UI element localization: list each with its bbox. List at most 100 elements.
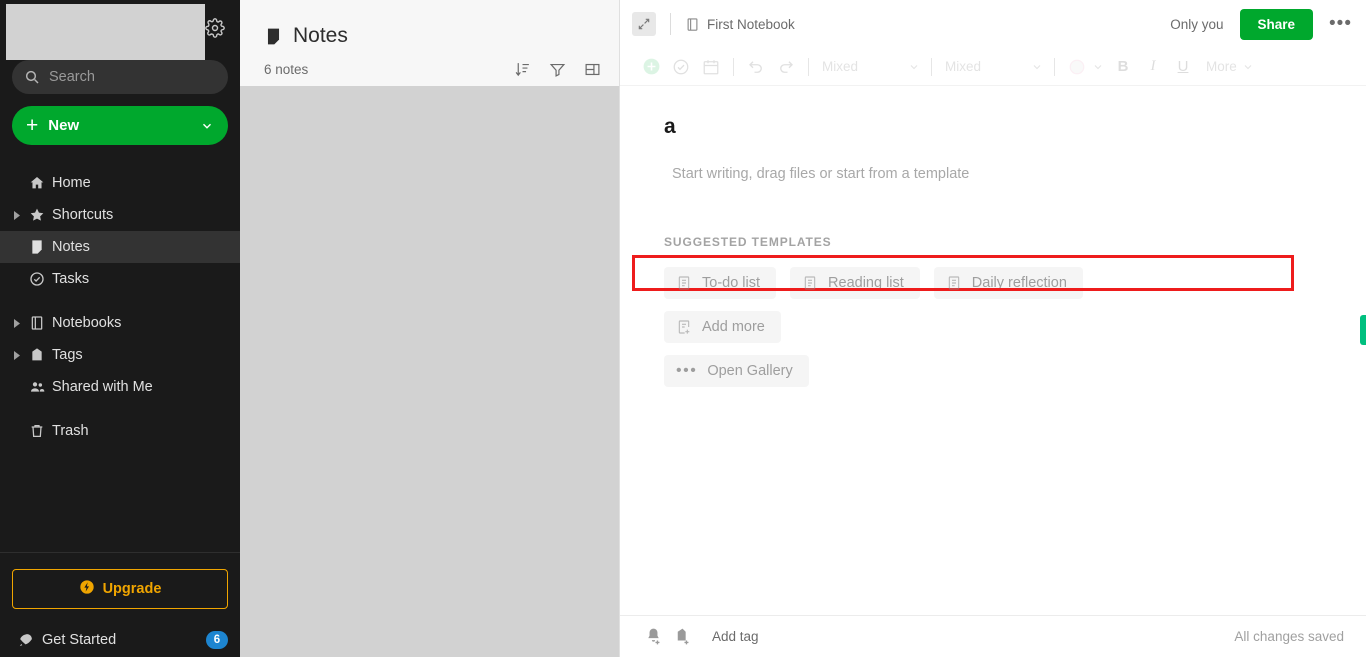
sidebar-item-shared-with-me[interactable]: Shared with Me [0, 371, 240, 403]
note-title[interactable]: a [664, 114, 1322, 140]
visibility-label: Only you [1170, 16, 1224, 32]
new-button[interactable]: + New [12, 106, 228, 145]
template-label: Daily reflection [971, 275, 1067, 291]
caret-icon[interactable] [10, 350, 24, 360]
template-daily-reflection-button[interactable]: Daily reflection [933, 267, 1083, 299]
sidebar-item-notebooks[interactable]: Notebooks [0, 307, 240, 339]
rocket-icon [12, 632, 38, 649]
templates-row-3: ••• Open Gallery [664, 355, 1322, 387]
template-doc-icon [946, 275, 962, 291]
text-color-picker[interactable] [1062, 54, 1108, 80]
note-list-panel: Notes 6 notes [240, 0, 620, 657]
note-body-placeholder[interactable]: Start writing, drag files or start from … [664, 157, 1322, 191]
upgrade-button[interactable]: Upgrade [12, 569, 228, 609]
search-input[interactable]: Search [12, 60, 228, 94]
page-title: Notes [293, 24, 348, 47]
template-add-icon [676, 319, 692, 335]
sort-icon[interactable] [514, 61, 531, 78]
note-list-subheader: 6 notes [240, 52, 619, 86]
underline-button[interactable]: U [1168, 54, 1198, 80]
template-todo-list-button[interactable]: To-do list [664, 267, 777, 299]
caret-icon[interactable] [10, 318, 24, 328]
separator-2 [808, 57, 809, 76]
undo-icon[interactable] [741, 54, 771, 80]
insert-plus-icon[interactable] [636, 54, 666, 80]
get-started-label: Get Started [42, 632, 117, 648]
new-button-label: New [48, 117, 80, 134]
filter-icon[interactable] [549, 61, 566, 78]
people-icon [24, 379, 50, 395]
note-count: 6 notes [264, 61, 309, 77]
topbar-right: Only you Share ••• [1170, 8, 1352, 40]
sidebar-item-home[interactable]: Home [0, 167, 240, 199]
bolt-icon [79, 579, 95, 600]
sidebar-nav: Home Shortcuts Notes Tasks Notebooks Tag… [0, 167, 240, 447]
add-tag-button[interactable]: Add tag [712, 629, 759, 644]
more-formatting-label: More [1206, 59, 1237, 74]
sidebar: Search + New Home Shortcuts Notes Tasks … [0, 0, 240, 657]
share-button[interactable]: Share [1239, 8, 1314, 40]
task-icon[interactable] [666, 54, 696, 80]
check-circle-icon [24, 271, 50, 287]
template-add-more-button[interactable]: Add more [664, 311, 781, 343]
sidebar-bottom: Upgrade Get Started 6 [0, 552, 240, 657]
more-formatting-button[interactable]: More [1198, 54, 1254, 80]
plus-icon: + [26, 114, 39, 137]
templates-row-1: To-do list Reading list Daily reflection [664, 267, 1322, 299]
editor-content: a Start writing, drag files or start fro… [620, 86, 1366, 615]
suggested-templates: SUGGESTED TEMPLATES To-do list Reading l… [664, 235, 1322, 387]
more-options-icon[interactable]: ••• [1329, 14, 1352, 33]
sidebar-item-tags[interactable]: Tags [0, 339, 240, 371]
app-root: Search + New Home Shortcuts Notes Tasks … [0, 0, 1366, 657]
save-status: All changes saved [1234, 629, 1344, 644]
font-family-select[interactable]: Mixed [816, 54, 924, 80]
caret-icon[interactable] [10, 210, 24, 220]
side-panel-handle[interactable] [1360, 315, 1366, 345]
redo-icon[interactable] [771, 54, 801, 80]
sidebar-item-shortcuts[interactable]: Shortcuts [0, 199, 240, 231]
italic-button[interactable]: I [1138, 54, 1168, 80]
get-started-row[interactable]: Get Started 6 [0, 623, 240, 657]
editor-topbar: First Notebook Only you Share ••• [620, 0, 1366, 48]
sidebar-item-trash[interactable]: Trash [0, 415, 240, 447]
nav-divider-gap-2 [0, 403, 240, 415]
template-doc-icon [676, 275, 692, 291]
note-body-wrap: Start writing, drag files or start from … [664, 157, 1322, 191]
sidebar-item-label: Home [52, 175, 91, 191]
open-gallery-label: Open Gallery [707, 363, 793, 379]
note-editor: First Notebook Only you Share ••• Mixed … [620, 0, 1366, 657]
note-list-header: Notes [240, 0, 619, 52]
font-size-select[interactable]: Mixed [939, 54, 1047, 80]
calendar-icon[interactable] [696, 54, 726, 80]
upgrade-button-label: Upgrade [102, 581, 162, 597]
sidebar-item-label: Notes [52, 239, 90, 255]
sidebar-item-tasks[interactable]: Tasks [0, 263, 240, 295]
notebook-icon [24, 315, 50, 331]
account-avatar-placeholder[interactable] [6, 4, 205, 60]
template-label: To-do list [702, 275, 761, 291]
font-size-value: Mixed [945, 59, 982, 74]
gear-icon[interactable] [204, 17, 226, 39]
note-list-body[interactable] [240, 86, 619, 657]
search-placeholder: Search [49, 69, 95, 85]
view-layout-icon[interactable] [584, 61, 601, 78]
bold-button[interactable]: B [1108, 54, 1138, 80]
notebook-selector[interactable]: First Notebook [685, 17, 795, 32]
ellipsis-icon: ••• [676, 362, 698, 379]
note-icon [24, 239, 50, 255]
tag-plus-icon[interactable] [673, 627, 692, 646]
star-icon [24, 207, 50, 223]
bell-plus-icon[interactable] [644, 627, 663, 646]
chevron-down-icon[interactable] [200, 119, 214, 138]
separator-4 [1054, 57, 1055, 76]
notebook-name: First Notebook [707, 16, 795, 32]
editor-footer: Add tag All changes saved [620, 615, 1366, 657]
template-reading-list-button[interactable]: Reading list [790, 267, 920, 299]
note-list-actions [514, 61, 601, 78]
sidebar-item-notes[interactable]: Notes [0, 231, 240, 263]
notebook-star-icon [685, 17, 700, 32]
expand-arrows-icon[interactable] [632, 12, 656, 36]
toolbar-divider [670, 13, 671, 35]
open-gallery-button[interactable]: ••• Open Gallery [664, 355, 809, 387]
